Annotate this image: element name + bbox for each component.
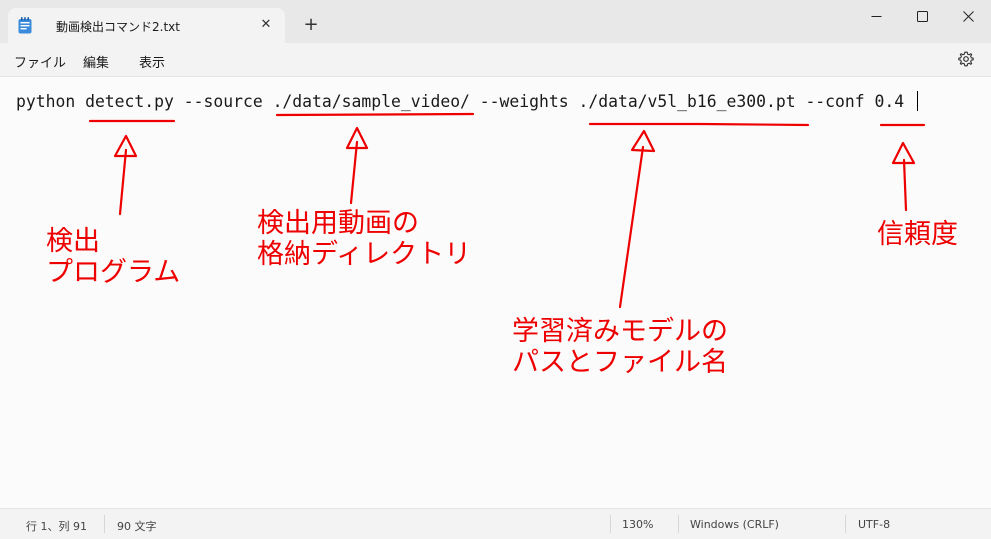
tab-title: 動画検出コマンド2.txt: [56, 20, 180, 34]
annotation-program: 検出 プログラム: [46, 226, 181, 288]
text-caret: [917, 91, 918, 111]
status-divider: [104, 515, 105, 533]
status-divider: [845, 515, 846, 533]
menu-bar: ファイル 編集 表示: [0, 43, 991, 76]
menu-file[interactable]: ファイル: [14, 52, 66, 71]
maximize-icon: [916, 10, 928, 22]
status-encoding[interactable]: UTF-8: [858, 518, 890, 531]
status-char-count: 90 文字: [117, 520, 157, 533]
menu-view[interactable]: 表示: [139, 52, 165, 71]
close-tab-icon[interactable]: ✕: [258, 17, 274, 33]
close-window-button[interactable]: [945, 0, 991, 32]
close-icon: [962, 10, 974, 22]
new-tab-button[interactable]: +: [301, 15, 321, 35]
menu-edit[interactable]: 編集: [83, 52, 109, 71]
status-line-ending[interactable]: Windows (CRLF): [690, 518, 779, 531]
annotation-confidence: 信頼度: [877, 219, 958, 250]
minimize-button[interactable]: [853, 0, 899, 32]
annotation-source-dir: 検出用動画の 格納ディレクトリ: [257, 208, 472, 270]
minimize-icon: [871, 15, 881, 17]
status-divider: [610, 515, 611, 533]
text-editor[interactable]: python detect.py --source ./data/sample_…: [0, 76, 991, 508]
tab-document[interactable]: 動画検出コマンド2.txt ✕: [8, 8, 285, 43]
title-bar: 動画検出コマンド2.txt ✕ +: [0, 0, 991, 43]
status-divider: [678, 515, 679, 533]
editor-line: python detect.py --source ./data/sample_…: [16, 92, 905, 111]
status-cursor-position: 行 1、列 91: [26, 520, 87, 533]
annotation-weights: 学習済みモデルの パスとファイル名: [512, 316, 728, 378]
maximize-button[interactable]: [899, 0, 945, 32]
notepad-icon: [18, 17, 32, 34]
status-zoom[interactable]: 130%: [622, 518, 653, 531]
status-bar: 行 1、列 91 90 文字 130% Windows (CRLF) UTF-8: [0, 508, 991, 539]
gear-icon[interactable]: [958, 51, 974, 67]
